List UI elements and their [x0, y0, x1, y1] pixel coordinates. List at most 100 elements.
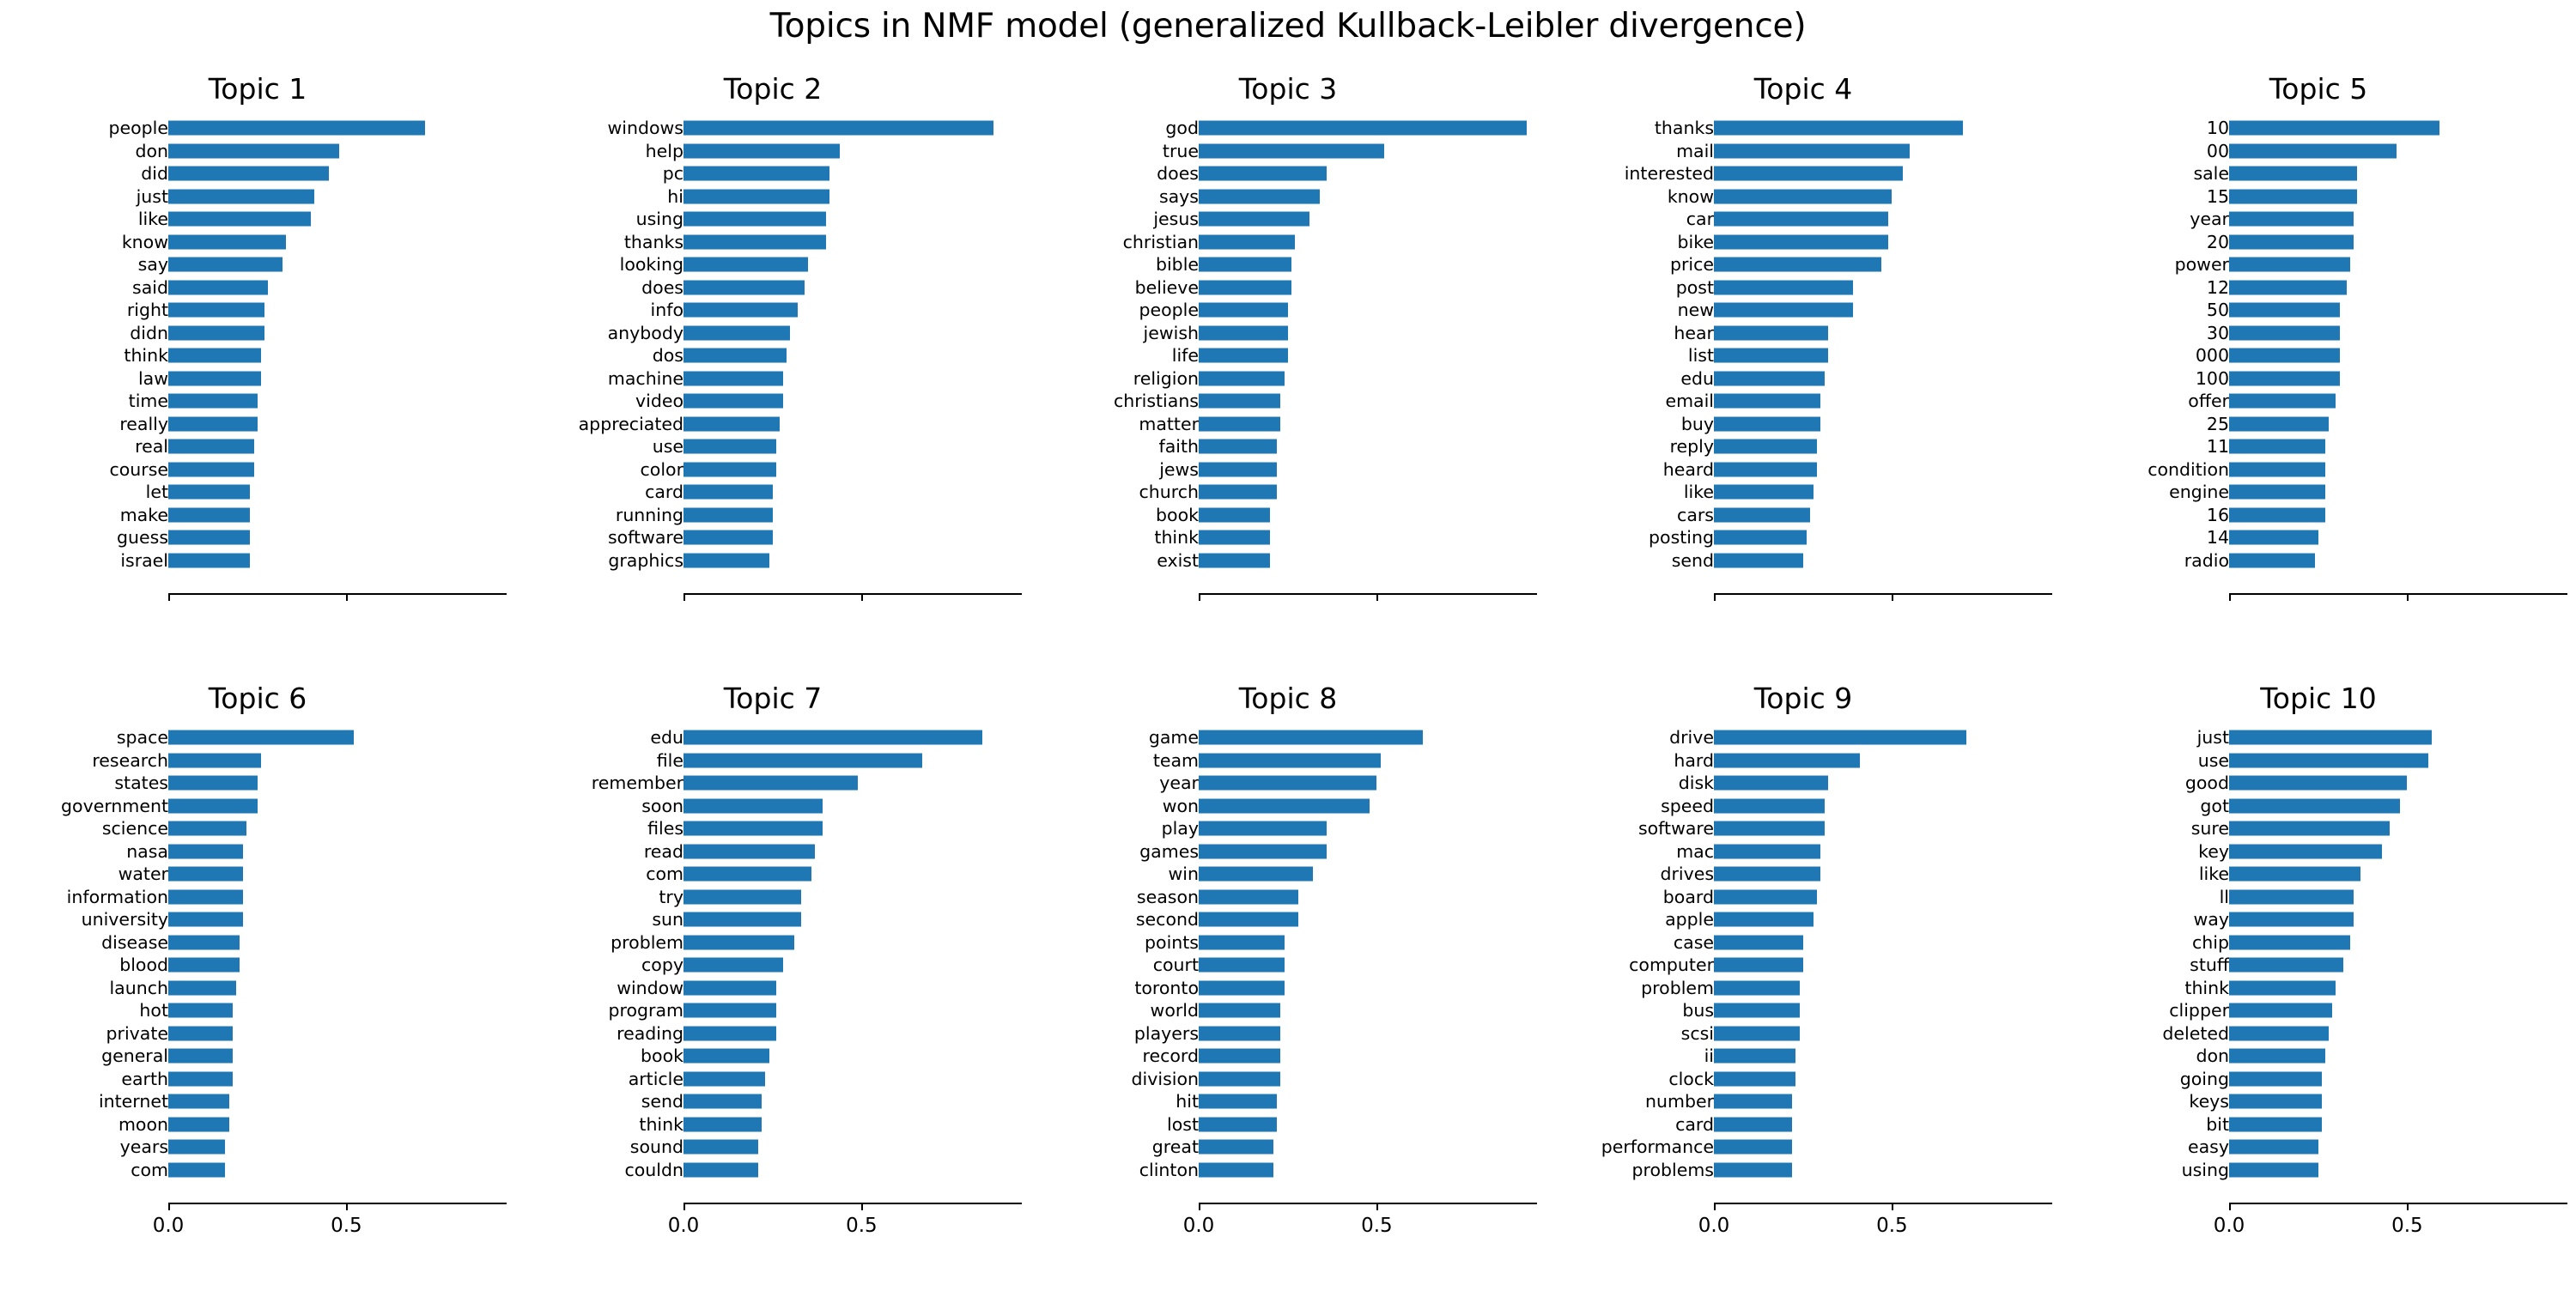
bar-row: use	[2061, 749, 2576, 773]
bar	[1714, 189, 1893, 204]
plot-area: 10 00 sale 15 year 20 power 12 50 30 000 100 offer 25…	[2061, 117, 2576, 610]
bar-row: say	[0, 253, 515, 276]
y-tick-label: lost	[1167, 1113, 1199, 1135]
bar	[2229, 1162, 2318, 1178]
bar-row: looking	[515, 253, 1030, 276]
bar-row: new	[1546, 299, 2061, 322]
bar-row: reading	[515, 1022, 1030, 1046]
bar-rows: thanks mail interested know car bike price post…	[1546, 117, 2061, 572]
y-tick-label: game	[1148, 727, 1199, 748]
panel-title: Topic 5	[2269, 72, 2368, 106]
bar	[683, 866, 812, 882]
y-tick-label: disk	[1678, 773, 1714, 793]
bar-row: car	[1546, 208, 2061, 231]
y-tick-label: try	[659, 886, 683, 907]
bar-rows: edu file remember soon files read com try sun pro…	[515, 726, 1030, 1181]
bar-row: sun	[515, 908, 1030, 931]
bar-row: good	[2061, 772, 2576, 795]
bar-row: year	[1030, 772, 1546, 795]
y-tick-label: remember	[591, 773, 683, 793]
bar-row: 00	[2061, 140, 2576, 163]
bar	[2229, 234, 2354, 250]
bar-row: years	[0, 1136, 515, 1159]
bar	[2229, 1048, 2325, 1064]
y-tick-label: jews	[1159, 458, 1199, 480]
y-tick-label: think	[124, 345, 168, 366]
y-tick-label: stuff	[2190, 955, 2229, 975]
y-tick-label: file	[656, 749, 683, 771]
bar	[1714, 348, 1828, 363]
bar	[2229, 1117, 2322, 1132]
bar-row: drive	[1546, 726, 2061, 749]
bar	[168, 844, 244, 859]
bar-row: heard	[1546, 458, 2061, 482]
bar	[1199, 889, 1299, 905]
bar-row: like	[0, 208, 515, 231]
y-tick-label: drives	[1660, 864, 1714, 884]
bar-row: using	[515, 208, 1030, 231]
bar	[1714, 166, 1903, 181]
bar	[1714, 957, 1803, 973]
bar-row: team	[1030, 749, 1546, 773]
y-tick-label: said	[132, 276, 168, 298]
x-tick-mark	[683, 1204, 685, 1210]
bar	[2229, 371, 2340, 386]
y-tick-label: division	[1131, 1068, 1199, 1089]
topic-panel: Topic 1 people don did just like know say said ri…	[0, 72, 515, 682]
bar-row: com	[515, 863, 1030, 886]
bar	[168, 143, 340, 159]
bar-row: jewish	[1030, 322, 1546, 345]
bar	[683, 371, 784, 386]
bar-row: 000	[2061, 344, 2576, 367]
bar	[2229, 553, 2315, 568]
y-tick-label: christians	[1113, 391, 1199, 411]
figure-suptitle: Topics in NMF model (generalized Kullbac…	[769, 7, 1807, 45]
bar	[168, 912, 244, 927]
bar-row: color	[515, 458, 1030, 482]
bar-row: think	[2061, 977, 2576, 1000]
bar	[2229, 1094, 2322, 1109]
bar	[2229, 821, 2390, 836]
y-tick-label: video	[635, 391, 683, 411]
bar	[2229, 935, 2350, 950]
bar-rows: space research states government science nasa…	[0, 726, 515, 1181]
y-tick-label: government	[61, 795, 168, 816]
y-tick-label: true	[1162, 140, 1199, 161]
bar	[168, 1094, 229, 1109]
y-tick-label: god	[1165, 118, 1199, 138]
y-tick-label: running	[615, 504, 683, 525]
bar-row: know	[1546, 185, 2061, 209]
bar-row: research	[0, 749, 515, 773]
y-tick-label: know	[1667, 185, 1714, 207]
bar-row: people	[1030, 299, 1546, 322]
bar	[683, 957, 784, 973]
x-tick-label: 0.5	[2391, 1215, 2423, 1237]
bar-row: didn	[0, 322, 515, 345]
y-tick-label: bus	[1682, 1000, 1714, 1021]
y-tick-label: chip	[2192, 931, 2229, 953]
bar-row: clipper	[2061, 999, 2576, 1022]
bar-row: law	[0, 367, 515, 391]
bar	[683, 302, 798, 318]
bar-row: try	[515, 886, 1030, 909]
bar	[2229, 1139, 2318, 1155]
y-tick-label: condition	[2148, 458, 2229, 480]
bar-rows: windows help pc hi using thanks looking does inf…	[515, 117, 1030, 572]
bar-row: water	[0, 863, 515, 886]
plot-area: drive hard disk speed software mac drives board…	[1546, 726, 2061, 1237]
bar	[683, 1048, 769, 1064]
y-tick-label: nasa	[126, 840, 168, 862]
y-tick-label: easy	[2188, 1136, 2229, 1157]
bar	[1714, 980, 1800, 996]
bar	[1199, 484, 1278, 500]
bar-row: win	[1030, 863, 1546, 886]
bar-row: cars	[1546, 504, 2061, 527]
bar-row: going	[2061, 1068, 2576, 1091]
y-tick-label: posting	[1649, 527, 1714, 548]
bar	[1714, 1048, 1796, 1064]
bar	[1714, 889, 1818, 905]
bar	[1199, 280, 1291, 295]
bar	[1199, 1003, 1281, 1018]
y-tick-label: 14	[2206, 527, 2229, 548]
y-tick-label: exist	[1157, 549, 1199, 571]
